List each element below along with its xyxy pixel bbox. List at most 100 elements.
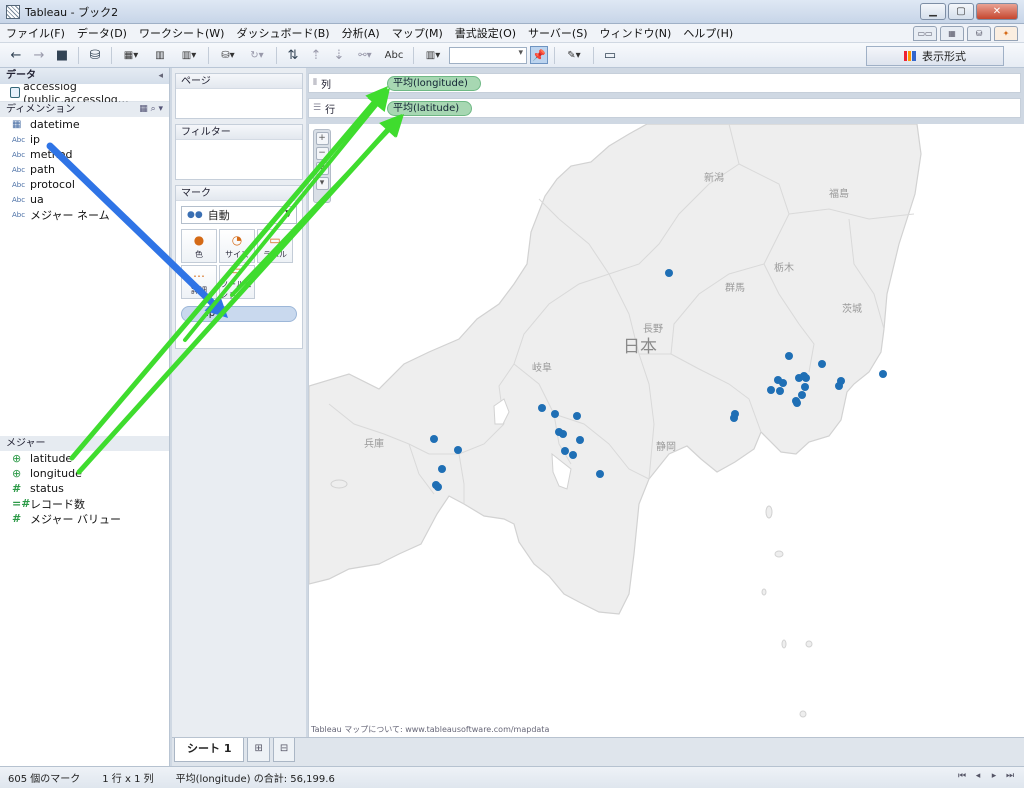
show-labels-button[interactable]: Abc [381,46,407,65]
map-dot[interactable] [596,470,604,478]
menu-analysis[interactable]: 分析(A) [336,25,386,41]
map-dot[interactable] [569,451,577,459]
first-sheet-icon[interactable]: ⏮ [956,771,968,781]
map-dot[interactable] [665,269,673,277]
menu-map[interactable]: マップ(M) [386,25,449,41]
measure-field-2[interactable]: # status [0,481,169,496]
map-dot[interactable] [434,483,442,491]
new-dashboard-tab-icon[interactable]: ⊟ [272,738,296,762]
pin-axis-icon[interactable]: 📌 [530,46,548,64]
map-dot[interactable] [776,387,784,395]
last-sheet-icon[interactable]: ⏭ [1004,771,1016,781]
new-worksheet-tab-icon[interactable]: ⊞ [247,738,270,762]
dimension-field-1[interactable]: Abc ip [0,132,169,147]
clear-sheet-icon[interactable]: ▥▾ [176,46,202,65]
search-icon[interactable]: ▦ ⌕ ▾ [139,102,163,117]
tab-sheet1[interactable]: シート 1 [174,738,245,762]
map-dot[interactable] [573,412,581,420]
swap-icon[interactable]: ⇅ [283,46,303,65]
mark-button-3[interactable]: ⋯ 詳細 [181,265,217,299]
show-filmstrip-icon[interactable]: ▭▭ [913,26,937,41]
fit-icon[interactable]: ▥▾ [420,46,446,65]
map-dot[interactable] [801,383,809,391]
filters-card[interactable]: フィルター [175,124,303,180]
rows-shelf[interactable]: ☰ 行 平均(latitude) [308,98,1021,118]
prev-sheet-icon[interactable]: ◂ [972,771,984,781]
map-dot[interactable] [793,399,801,407]
pan-icon[interactable]: ✥ [315,162,329,175]
map-dot[interactable] [767,386,775,394]
menu-help[interactable]: ヘルプ(H) [677,25,739,41]
map-dot[interactable] [559,430,567,438]
map-dot[interactable] [438,465,446,473]
show-sorter-icon[interactable]: ▦ [940,26,964,41]
measure-field-1[interactable]: ⊕ longitude [0,466,169,481]
highlight-icon[interactable]: ✎▾ [561,46,587,65]
map-dot[interactable] [551,410,559,418]
menu-window[interactable]: ウィンドウ(N) [594,25,678,41]
measure-field-4[interactable]: # メジャー バリュー [0,511,169,526]
latitude-pill[interactable]: 平均(latitude) [387,100,473,116]
save-icon[interactable]: ■ [52,46,72,65]
menu-format[interactable]: 書式設定(O) [449,25,522,41]
mark-button-4[interactable]: ▭ ツールヒント [219,263,255,300]
forward-arrow-icon[interactable]: → [29,46,49,65]
worksheet-tab-icon[interactable]: ✦ [994,26,1018,41]
duplicate-sheet-icon[interactable]: ▥ [147,46,173,65]
sort-ascending-icon[interactable]: ⇡ [306,46,326,65]
map-canvas[interactable]: 新潟福島栃木群馬茨城長野岐阜兵庫 静岡 日本 [309,124,1024,737]
refresh-icon[interactable]: ↻▾ [244,46,270,65]
menu-server[interactable]: サーバー(S) [522,25,593,41]
dimension-field-0[interactable]: ▦ datetime [0,117,169,132]
datasource-item[interactable]: accesslog (public.accesslog… [0,80,169,106]
dimension-field-6[interactable]: Abc メジャー ネーム [0,207,169,222]
map-view[interactable]: 新潟 福島 栃木 群馬 茨城 長野 岐阜 兵庫 静岡 日本 + − ✥ ▾ Tableau マッ… [308,124,1024,737]
menu-worksheet[interactable]: ワークシート(W) [133,25,230,41]
map-dot[interactable] [779,379,787,387]
zoom-in-icon[interactable]: + [315,132,329,145]
menu-data[interactable]: データ(D) [71,25,133,41]
fit-select[interactable]: ▾ [449,46,527,64]
map-dot[interactable] [731,410,739,418]
maximize-button[interactable]: ▢ [948,3,974,20]
dimension-field-5[interactable]: Abc ua [0,192,169,207]
show-me-button[interactable]: 表示形式 [866,46,1004,66]
select-icon[interactable]: ▾ [315,177,329,190]
dimension-field-4[interactable]: Abc protocol [0,177,169,192]
map-dot[interactable] [430,435,438,443]
minimize-button[interactable]: ▁ [920,3,946,20]
measure-field-3[interactable]: =# レコード数 [0,496,169,511]
mark-type-select[interactable]: ●● 自動 ▼ [181,206,297,224]
dimension-field-3[interactable]: Abc path [0,162,169,177]
dimension-field-2[interactable]: Abc method [0,147,169,162]
map-dot[interactable] [879,370,887,378]
back-arrow-icon[interactable]: ← [6,46,26,65]
map-dot[interactable] [798,391,806,399]
ip-detail-pill[interactable]: ip [181,306,297,322]
mark-button-0[interactable]: ● 色 [181,229,217,263]
mark-button-2[interactable]: ▭ ラベル [257,229,293,263]
columns-shelf[interactable]: ⦀ 列 平均(longitude) [308,73,1021,93]
mark-button-1[interactable]: ◔ サイズ [219,229,255,263]
pages-card[interactable]: ページ [175,73,303,119]
sort-descending-icon[interactable]: ⇣ [329,46,349,65]
zoom-out-icon[interactable]: − [315,147,329,160]
map-dot[interactable] [818,360,826,368]
database-icon[interactable]: ⛁ [85,46,105,65]
map-attribution[interactable]: Tableau マップについて: www.tableausoftware.com… [311,724,549,735]
measure-field-0[interactable]: ⊕ latitude [0,451,169,466]
new-worksheet-icon[interactable]: ▦▾ [118,46,144,65]
map-dot[interactable] [576,436,584,444]
collapse-icon[interactable]: ◂ [158,68,163,84]
map-dot[interactable] [800,372,808,380]
group-icon[interactable]: ⚯▾ [352,46,378,65]
data-source-tab-icon[interactable]: ⛁ [967,26,991,41]
map-dot[interactable] [538,404,546,412]
close-button[interactable]: ✕ [976,3,1018,20]
pause-updates-icon[interactable]: ⛁▾ [215,46,241,65]
map-dot[interactable] [785,352,793,360]
map-dot[interactable] [561,447,569,455]
map-dot[interactable] [835,382,843,390]
menu-dashboard[interactable]: ダッシュボード(B) [230,25,335,41]
map-dot[interactable] [454,446,462,454]
